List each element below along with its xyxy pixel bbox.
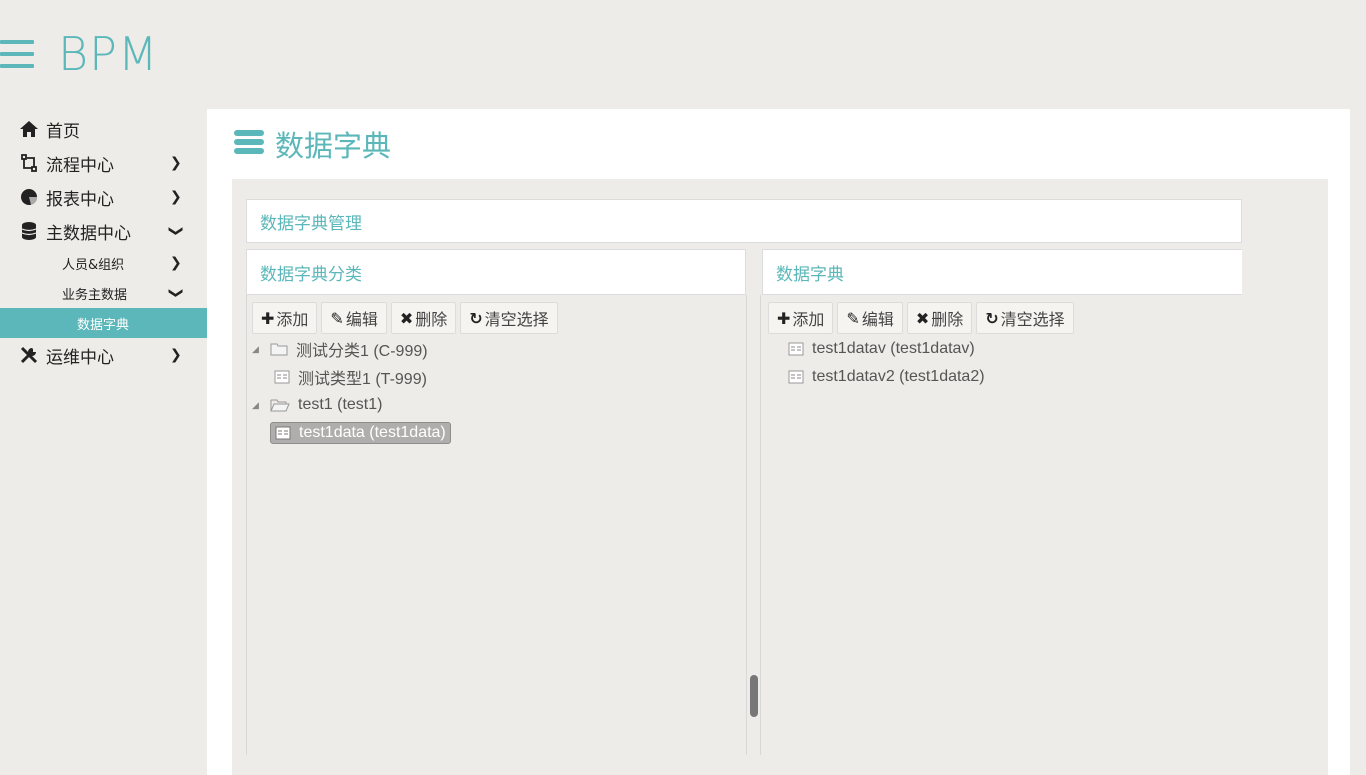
chevron-down-icon: ❯ bbox=[167, 225, 184, 237]
clear-selection-button[interactable]: ↻ 清空选择 bbox=[460, 302, 558, 334]
dictionary-list: test1datav (test1datav) test1datav2 (tes… bbox=[788, 335, 985, 391]
sidebar-item-ops[interactable]: 运维中心 ❯ bbox=[0, 338, 207, 372]
sidebar-item-home[interactable]: 首页 bbox=[0, 112, 207, 146]
tree-node-label: 测试分类1 (C-999) bbox=[296, 343, 428, 360]
chevron-down-icon: ❯ bbox=[167, 287, 184, 299]
tools-icon bbox=[18, 345, 40, 365]
list-item[interactable]: test1datav (test1datav) bbox=[788, 335, 985, 363]
pencil-icon: ✎ bbox=[846, 308, 860, 328]
sidebar-item-people-org[interactable]: 人员&组织 ❯ bbox=[0, 248, 207, 278]
file-icon bbox=[788, 342, 804, 356]
chevron-right-icon: ❯ bbox=[170, 155, 182, 171]
brand-title: BPM bbox=[58, 27, 159, 81]
tree-node-label: test1data (test1data) bbox=[299, 424, 446, 441]
dictionary-toolbar: ✚ 添加 ✎ 编辑 ✖ 删除 ↻ 清空选择 bbox=[768, 302, 1074, 334]
chevron-right-icon: ❯ bbox=[170, 255, 182, 271]
sidebar-item-label: 人员&组织 bbox=[62, 257, 125, 273]
database-icon bbox=[233, 129, 265, 159]
tree-node-selected[interactable]: test1data (test1data) bbox=[252, 419, 451, 447]
tree-node[interactable]: 测试类型1 (T-999) bbox=[252, 363, 451, 391]
delete-button[interactable]: ✖ 删除 bbox=[906, 302, 973, 334]
add-button[interactable]: ✚ 添加 bbox=[252, 302, 318, 334]
expanded-triangle-icon[interactable]: ◢ bbox=[252, 344, 270, 355]
sidebar-item-master-data[interactable]: 主数据中心 ❯ bbox=[0, 214, 207, 248]
database-icon bbox=[18, 221, 40, 241]
sidebar-item-label: 主数据中心 bbox=[46, 223, 131, 244]
file-icon bbox=[788, 370, 804, 384]
page-header: 数据字典 bbox=[207, 109, 1350, 179]
manage-header: 数据字典管理 bbox=[246, 199, 1242, 243]
plus-icon: ✚ bbox=[261, 308, 275, 328]
list-item[interactable]: test1datav2 (test1data2) bbox=[788, 363, 985, 391]
process-icon bbox=[18, 154, 40, 172]
file-icon bbox=[275, 426, 291, 440]
folder-icon bbox=[270, 342, 288, 356]
panel-divider bbox=[246, 295, 247, 755]
menu-icon[interactable] bbox=[0, 40, 34, 68]
clear-selection-button[interactable]: ↻ 清空选择 bbox=[976, 302, 1074, 334]
main-panel: 数据字典 数据字典管理 数据字典分类 数据字典 ✚ 添加 ✎ 编辑 ✖ 删除 ↻ 清空选… bbox=[207, 109, 1350, 775]
category-toolbar: ✚ 添加 ✎ 编辑 ✖ 删除 ↻ 清空选择 bbox=[252, 302, 558, 334]
content-area: 数据字典管理 数据字典分类 数据字典 ✚ 添加 ✎ 编辑 ✖ 删除 ↻ 清空选择 ✚ 添加… bbox=[232, 179, 1328, 775]
close-icon: ✖ bbox=[399, 308, 414, 328]
brand: BPM bbox=[0, 24, 159, 84]
tree-node[interactable]: ◢ 测试分类1 (C-999) bbox=[252, 335, 451, 363]
category-tree: ◢ 测试分类1 (C-999) 测试类型1 (T-999) ◢ test1 (t… bbox=[252, 335, 451, 447]
selected-node[interactable]: test1data (test1data) bbox=[270, 422, 451, 444]
delete-button[interactable]: ✖ 删除 bbox=[390, 302, 457, 334]
chevron-right-icon: ❯ bbox=[170, 347, 182, 363]
home-icon bbox=[18, 120, 40, 138]
panel-divider bbox=[760, 295, 761, 755]
sidebar-item-label: 首页 bbox=[46, 121, 80, 142]
plus-icon: ✚ bbox=[777, 308, 791, 328]
sidebar-item-business-data[interactable]: 业务主数据 ❯ bbox=[0, 278, 207, 308]
sidebar-item-label: 数据字典 bbox=[77, 317, 130, 333]
sidebar: 首页 流程中心 ❯ 报表中心 ❯ 主数据中心 ❯ 人员&组织 ❯ 业务主数据 ❯… bbox=[0, 112, 207, 372]
pie-chart-icon bbox=[18, 187, 40, 207]
sidebar-item-reports[interactable]: 报表中心 ❯ bbox=[0, 180, 207, 214]
tree-node-label: test1 (test1) bbox=[298, 396, 383, 413]
add-button[interactable]: ✚ 添加 bbox=[768, 302, 834, 334]
refresh-icon: ↻ bbox=[985, 308, 999, 328]
dictionary-panel-header: 数据字典 bbox=[762, 249, 1242, 295]
edit-button[interactable]: ✎ 编辑 bbox=[321, 302, 387, 334]
sidebar-item-label: 报表中心 bbox=[46, 189, 114, 210]
panel-divider bbox=[746, 295, 747, 755]
list-item-label: test1datav2 (test1data2) bbox=[812, 368, 985, 385]
chevron-right-icon: ❯ bbox=[170, 189, 182, 205]
sidebar-item-label: 业务主数据 bbox=[62, 287, 128, 303]
tree-node-label: 测试类型1 (T-999) bbox=[298, 371, 427, 388]
tree-node[interactable]: ◢ test1 (test1) bbox=[252, 391, 451, 419]
list-item-label: test1datav (test1datav) bbox=[812, 340, 975, 357]
category-panel-header: 数据字典分类 bbox=[246, 249, 746, 295]
splitter-handle[interactable] bbox=[750, 675, 758, 717]
sidebar-item-data-dictionary[interactable]: 数据字典 bbox=[0, 308, 207, 338]
page-title: 数据字典 bbox=[275, 129, 392, 163]
close-icon: ✖ bbox=[915, 308, 930, 328]
folder-open-icon bbox=[270, 398, 290, 412]
edit-button[interactable]: ✎ 编辑 bbox=[837, 302, 903, 334]
sidebar-item-label: 流程中心 bbox=[46, 155, 114, 176]
refresh-icon: ↻ bbox=[469, 308, 483, 328]
file-icon bbox=[274, 370, 290, 384]
sidebar-item-process[interactable]: 流程中心 ❯ bbox=[0, 146, 207, 180]
pencil-icon: ✎ bbox=[330, 308, 344, 328]
expanded-triangle-icon[interactable]: ◢ bbox=[252, 400, 270, 411]
sidebar-item-label: 运维中心 bbox=[46, 347, 114, 368]
